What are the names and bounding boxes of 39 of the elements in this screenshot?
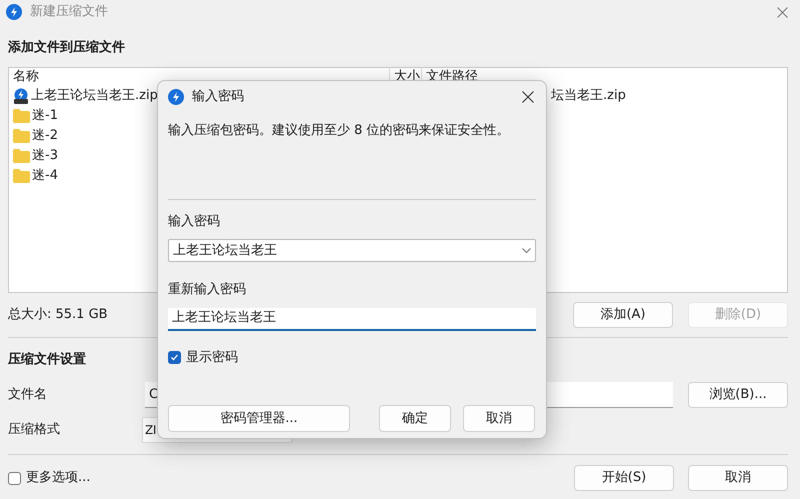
dropdown-icon[interactable]	[522, 248, 531, 254]
folder-icon	[13, 168, 30, 182]
section-heading: 添加文件到压缩文件	[8, 38, 126, 57]
checkbox-label: 更多选项...	[26, 469, 90, 488]
check-icon	[170, 352, 179, 362]
total-size: 总大小: 55.1 GB	[8, 306, 108, 324]
file-name[interactable]: 迷-4	[32, 166, 58, 186]
footer-button[interactable]: 取消	[688, 465, 788, 491]
dialog-description: 输入压缩包密码。建议使用至少 8 位的密码来保证安全性。	[168, 122, 511, 140]
app-icon	[6, 4, 22, 20]
more-options-checkbox[interactable]	[8, 472, 21, 484]
confirm-password-field[interactable]: 上老王论坛当老王	[168, 308, 536, 330]
section-heading: 压缩文件设置	[8, 350, 86, 368]
file-name[interactable]: 上老王论坛当老王.zip	[31, 86, 158, 106]
dialog-title: 输入密码	[192, 88, 244, 106]
browse-button[interactable]: 浏览(B)...	[688, 382, 788, 408]
footer-button[interactable]: 开始(S)	[574, 465, 674, 491]
field-label: 文件名	[8, 386, 48, 404]
field-label: 输入密码	[168, 212, 221, 230]
folder-icon	[13, 128, 30, 142]
archive-icon	[13, 88, 29, 104]
field-label: 压缩格式	[8, 421, 61, 440]
file-name[interactable]: 迷-2	[32, 126, 58, 146]
dialog-button[interactable]: 确定	[379, 405, 451, 432]
checkbox-label: 显示密码	[186, 348, 238, 366]
file-name[interactable]: 迷-3	[32, 146, 58, 166]
window-title: 新建压缩文件	[30, 3, 108, 22]
file-name[interactable]: 迷-1	[32, 106, 58, 126]
file-path: 坛当老王.zip	[551, 86, 626, 105]
field-label: 重新输入密码	[168, 281, 247, 299]
folder-icon	[13, 108, 30, 122]
dialog-button[interactable]: 密码管理器...	[168, 405, 350, 432]
show-password-checkbox[interactable]	[168, 350, 181, 364]
close-icon[interactable]	[522, 91, 534, 103]
password-field[interactable]: 上老王论坛当老王	[168, 239, 536, 262]
dialog-button[interactable]: 取消	[463, 405, 535, 432]
folder-icon	[13, 148, 30, 162]
list-action-button[interactable]: 添加(A)	[573, 302, 673, 328]
app-icon	[168, 89, 184, 105]
